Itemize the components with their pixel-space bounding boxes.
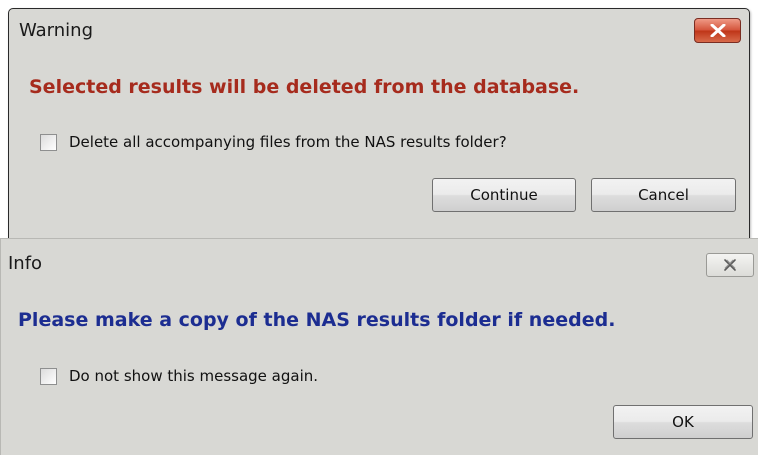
dont-show-again-option[interactable]: Do not show this message again. bbox=[40, 367, 318, 385]
continue-button[interactable]: Continue bbox=[432, 178, 576, 212]
warning-close-button[interactable] bbox=[694, 18, 741, 43]
cancel-button[interactable]: Cancel bbox=[591, 178, 736, 212]
info-title: Info bbox=[8, 253, 43, 274]
dont-show-again-checkbox[interactable] bbox=[40, 367, 57, 385]
delete-files-option[interactable]: Delete all accompanying files from the N… bbox=[40, 133, 507, 151]
close-x-icon bbox=[724, 259, 736, 271]
ok-button[interactable]: OK bbox=[613, 405, 753, 439]
dont-show-again-label: Do not show this message again. bbox=[69, 367, 319, 385]
warning-message: Selected results will be deleted from th… bbox=[29, 76, 580, 98]
delete-files-checkbox[interactable] bbox=[40, 133, 57, 151]
delete-files-label: Delete all accompanying files from the N… bbox=[69, 133, 507, 151]
warning-title: Warning bbox=[19, 20, 94, 41]
screenshot-stage: Warning Info Selected results will be de… bbox=[0, 0, 758, 455]
info-message: Please make a copy of the NAS results fo… bbox=[18, 309, 616, 331]
info-close-button[interactable] bbox=[706, 253, 754, 277]
info-titlebar[interactable]: Info bbox=[1, 239, 758, 287]
close-x-icon bbox=[710, 24, 725, 37]
warning-titlebar[interactable]: Warning bbox=[9, 9, 749, 55]
